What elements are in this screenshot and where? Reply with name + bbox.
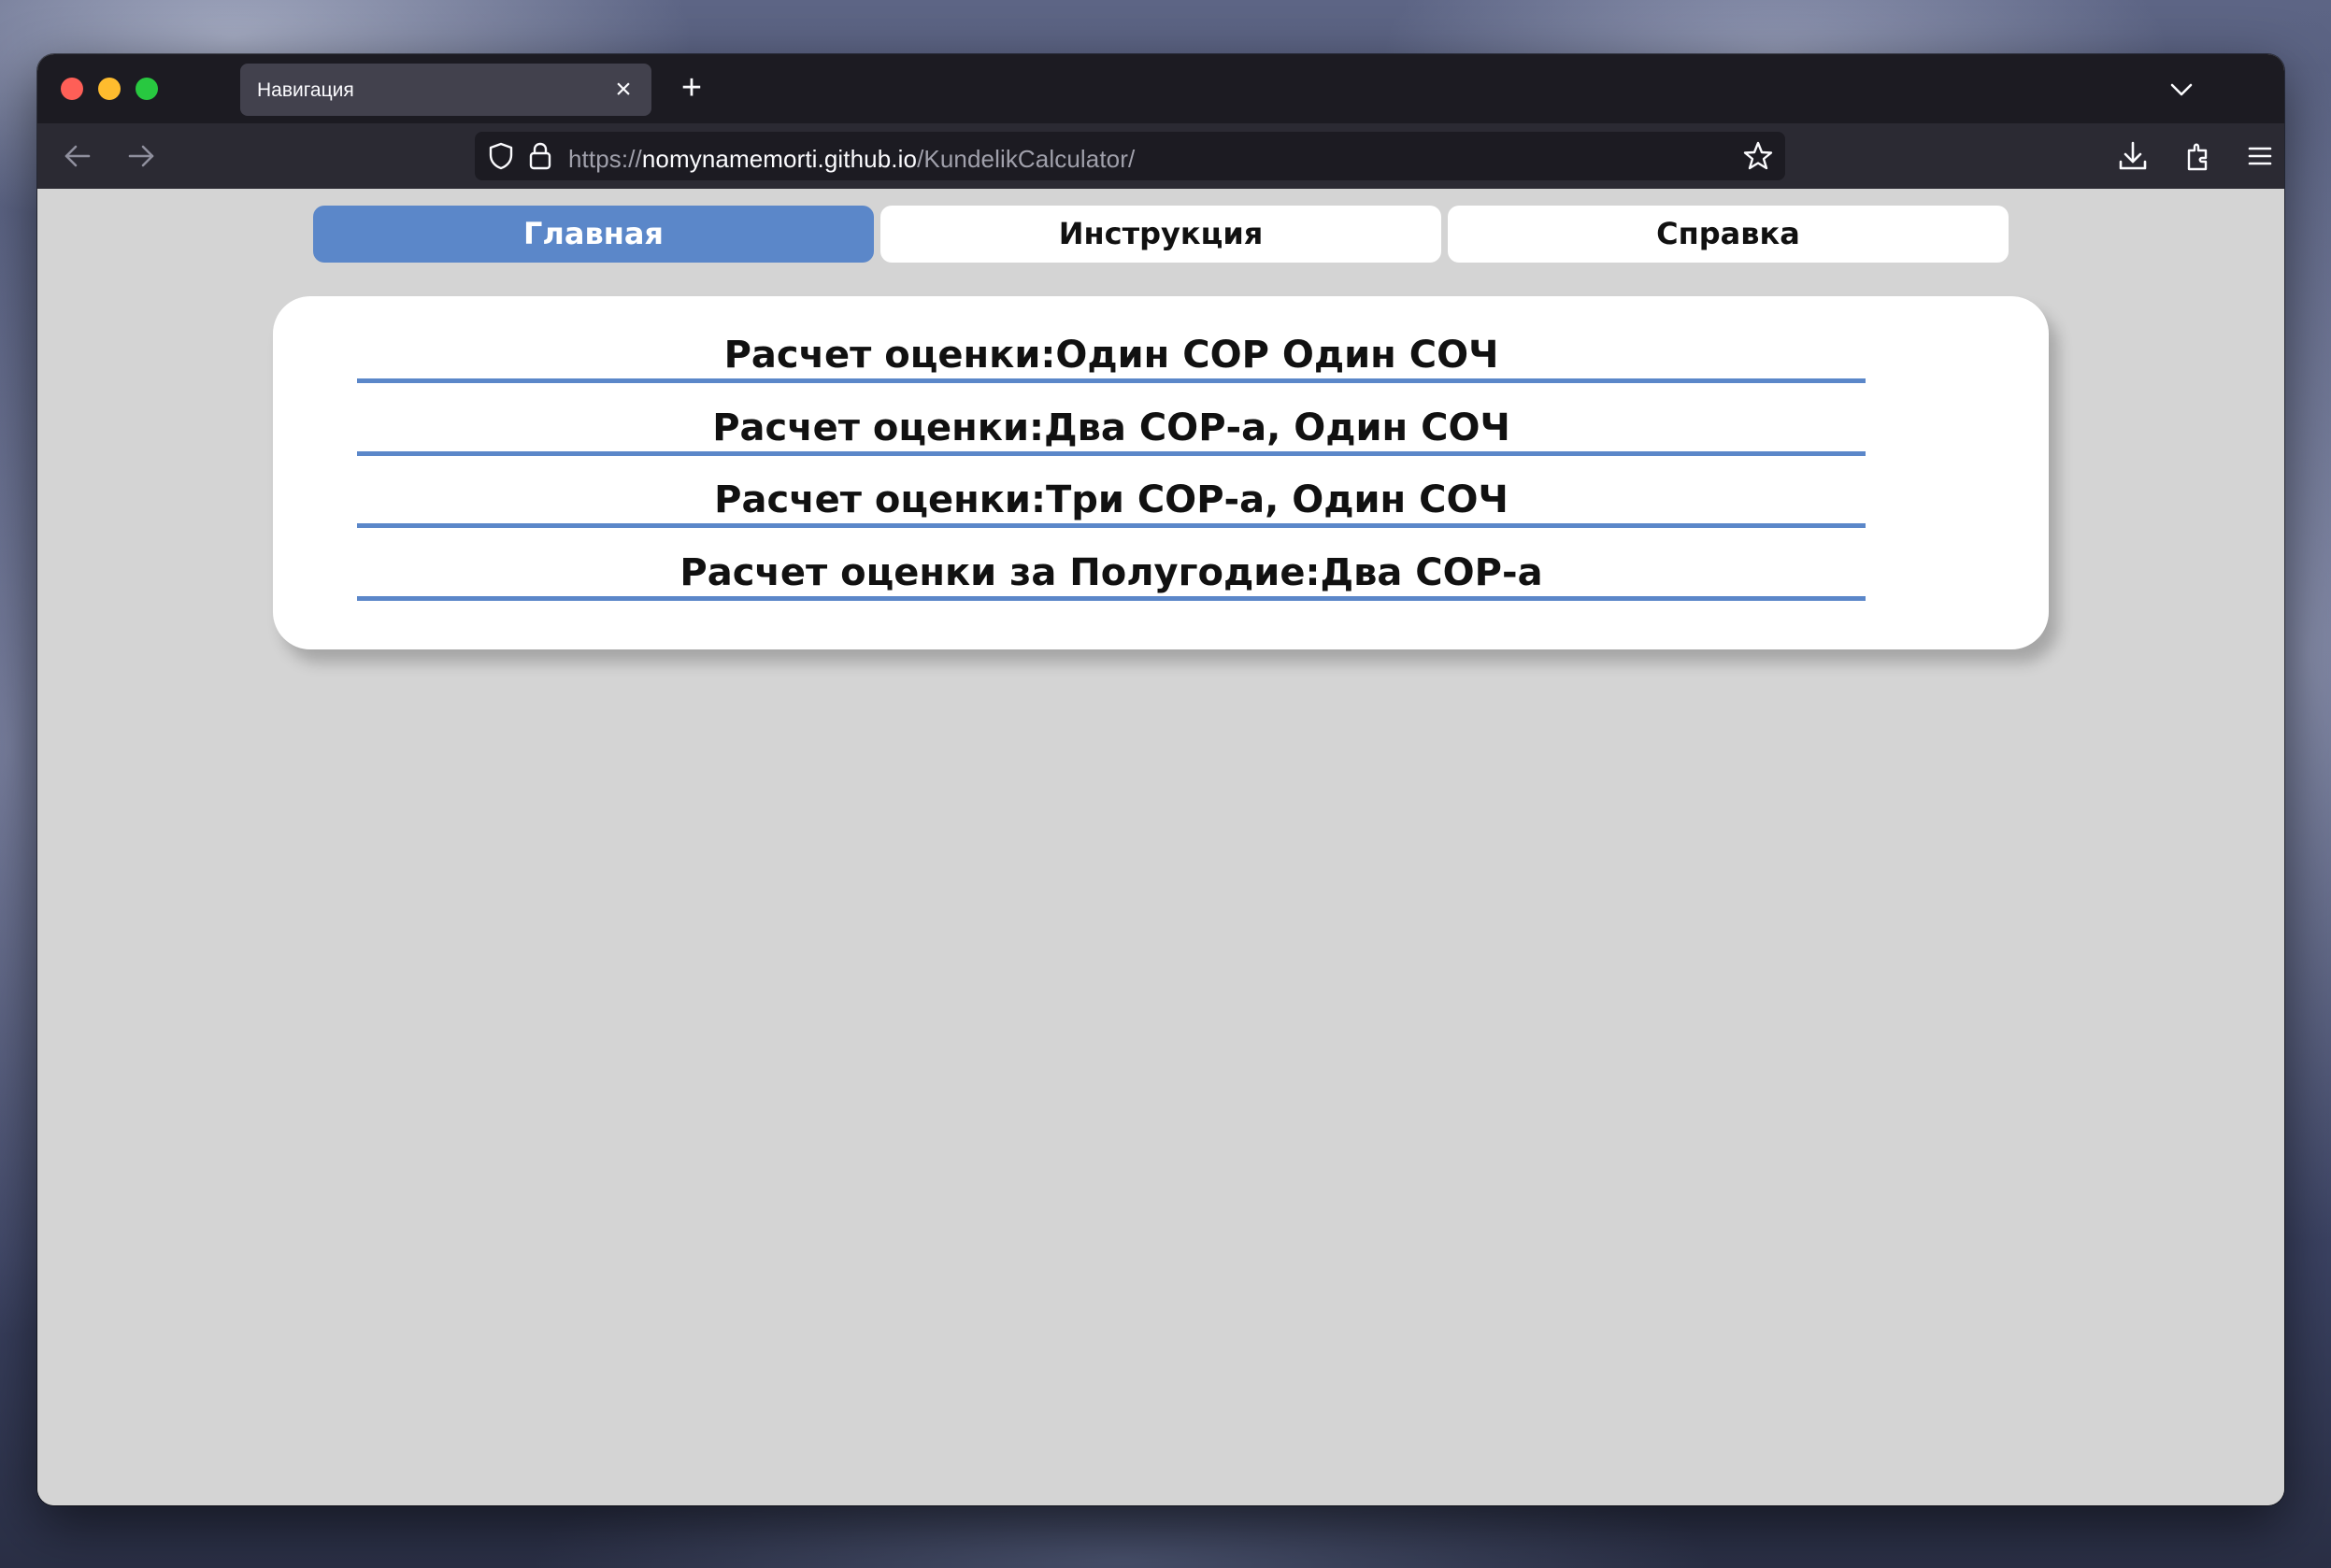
browser-tab[interactable]: Навигация × bbox=[240, 64, 651, 116]
tab-instructions[interactable]: Инструкция bbox=[880, 206, 1441, 263]
window-maximize-button[interactable] bbox=[136, 78, 158, 100]
extensions-icon[interactable] bbox=[2180, 137, 2217, 179]
url-scheme: https:// bbox=[568, 145, 642, 173]
menu-link-half-year-two-sor[interactable]: Расчет оценки за Полугодие:Два СОР-а bbox=[357, 545, 1866, 601]
calculator-menu-card: Расчет оценки:Один СОР Один СОЧ Расчет о… bbox=[273, 296, 2049, 649]
shield-icon[interactable] bbox=[486, 141, 516, 176]
nav-toolbar: https://nomynamemorti.github.io/Kundelik… bbox=[37, 123, 2284, 189]
menu-link-three-sor-one-soch[interactable]: Расчет оценки:Три СОР-а, Один СОЧ bbox=[357, 472, 1866, 528]
new-tab-button[interactable]: + bbox=[671, 67, 712, 108]
url-path: /KundelikCalculator/ bbox=[917, 145, 1136, 173]
page-content: Главная Инструкция Справка Расчет оценки… bbox=[37, 189, 2284, 1505]
star-icon[interactable] bbox=[1742, 140, 1774, 177]
lock-icon[interactable] bbox=[525, 140, 555, 177]
back-arrow-icon[interactable] bbox=[59, 137, 96, 175]
menu-link-two-sor-one-soch[interactable]: Расчет оценки:Два СОР-а, Один СОЧ bbox=[357, 400, 1866, 456]
browser-window: Навигация × + https://nomynamemorti.gith… bbox=[37, 54, 2284, 1505]
tab-title: Навигация bbox=[257, 79, 354, 101]
tab-home[interactable]: Главная bbox=[313, 206, 874, 263]
download-icon[interactable] bbox=[2114, 137, 2152, 179]
tab-help[interactable]: Справка bbox=[1448, 206, 2009, 263]
menu-icon[interactable] bbox=[2241, 137, 2279, 179]
url-text[interactable]: https://nomynamemorti.github.io/Kundelik… bbox=[568, 145, 1135, 174]
address-bar[interactable]: https://nomynamemorti.github.io/Kundelik… bbox=[475, 132, 1785, 180]
menu-link-one-sor-one-soch[interactable]: Расчет оценки:Один СОР Один СОЧ bbox=[357, 327, 1866, 383]
window-minimize-button[interactable] bbox=[98, 78, 121, 100]
forward-arrow-icon[interactable] bbox=[122, 137, 160, 175]
close-icon[interactable]: × bbox=[608, 75, 638, 105]
tab-strip: Навигация × + bbox=[37, 54, 2284, 123]
chevron-down-icon[interactable] bbox=[2163, 71, 2200, 108]
window-close-button[interactable] bbox=[61, 78, 83, 100]
url-host: nomynamemorti.github.io bbox=[641, 145, 918, 173]
